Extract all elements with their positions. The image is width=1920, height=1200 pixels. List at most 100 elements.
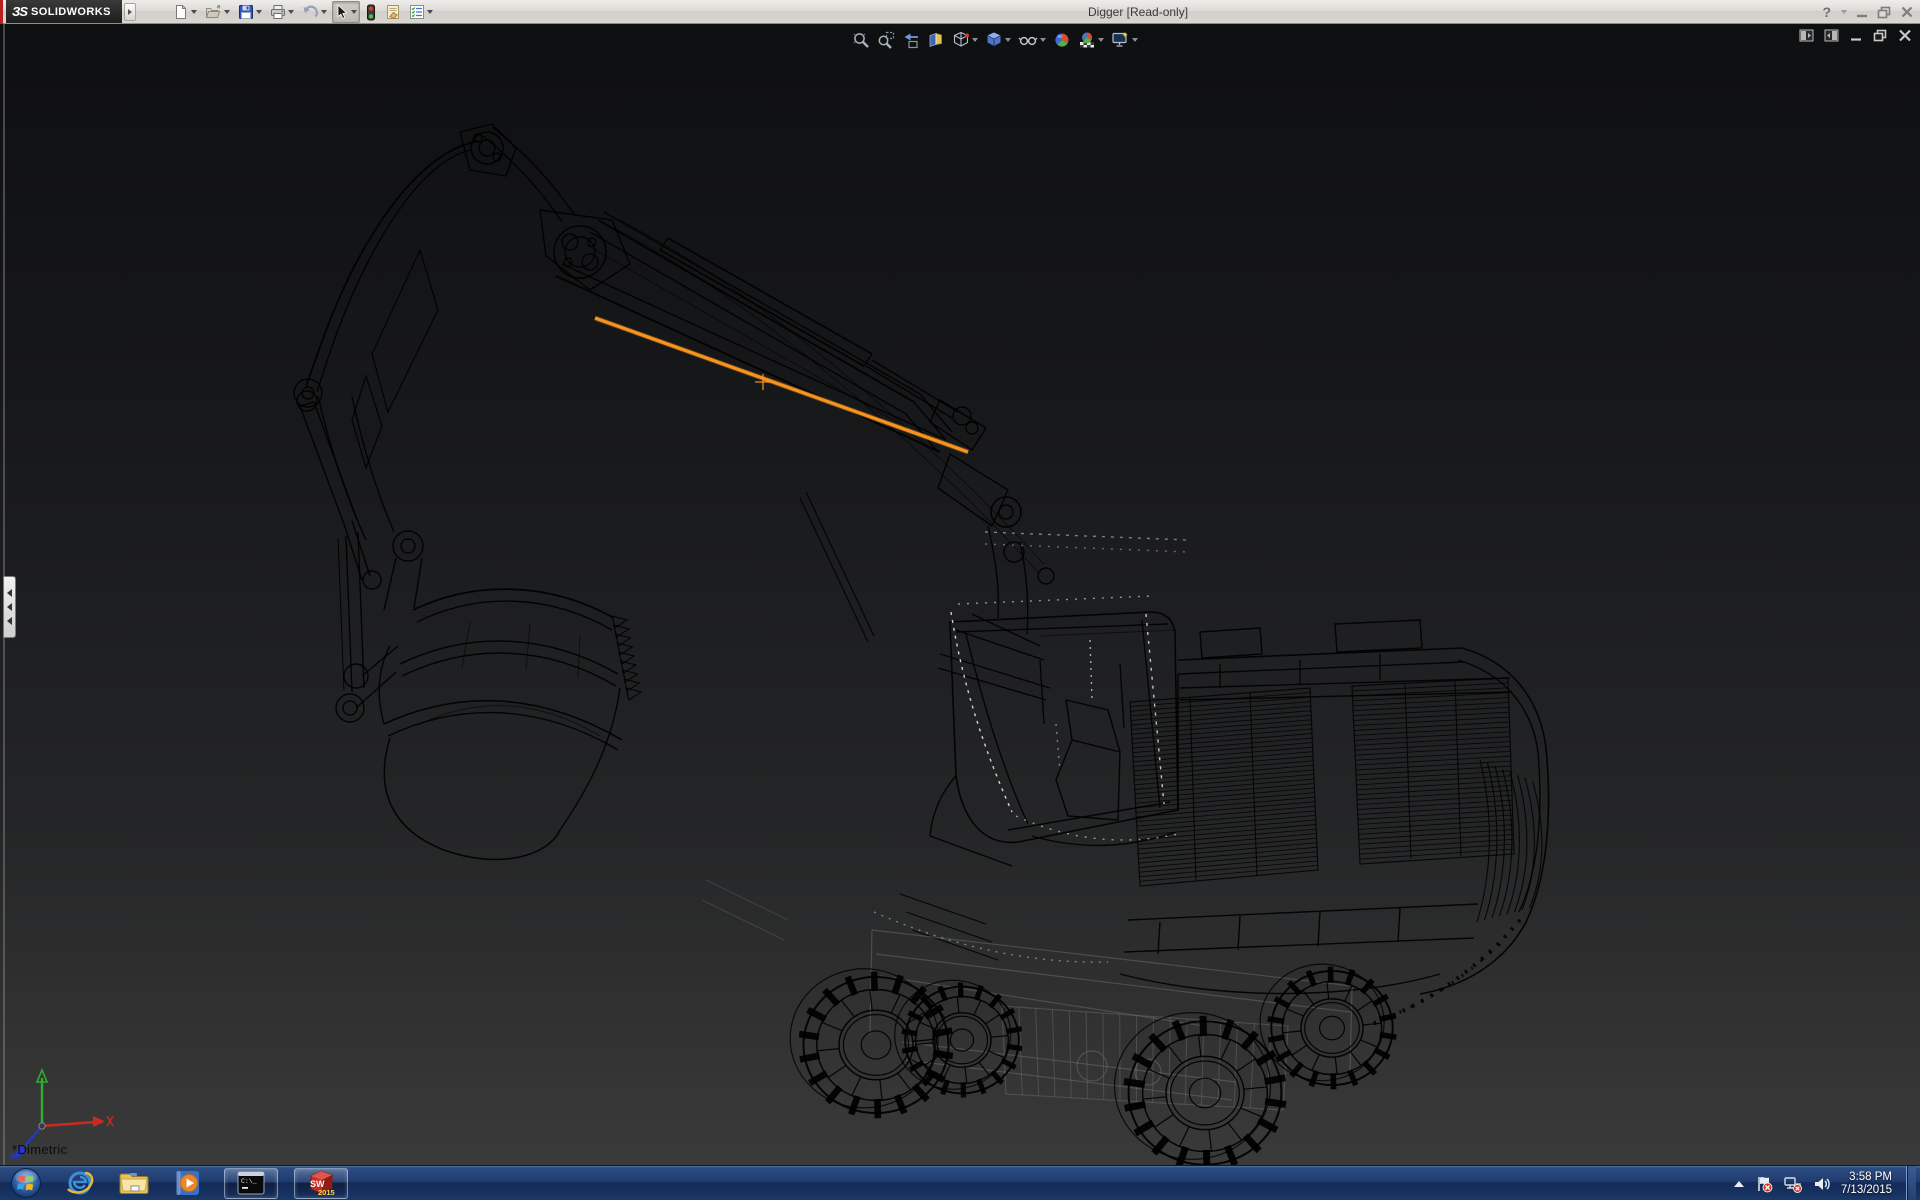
doc-minimize-button[interactable]: [1849, 29, 1863, 42]
file-properties-button[interactable]: [382, 1, 404, 23]
file-properties-icon: [385, 4, 401, 20]
help-dropdown-arrow[interactable]: [1841, 10, 1847, 14]
edit-appearance-icon: [1053, 31, 1071, 49]
previous-view-icon: [902, 31, 920, 49]
graphics-viewport[interactable]: *Dimetric: [0, 24, 1920, 1165]
view-settings-button[interactable]: [1109, 28, 1140, 52]
taskbar-media-player[interactable]: [168, 1168, 208, 1198]
view-settings-icon: [1111, 31, 1130, 49]
undo-dropdown-arrow[interactable]: [321, 10, 327, 14]
section-view-button[interactable]: [925, 28, 947, 52]
solidworks-logo-glyph: ЗS: [12, 4, 27, 19]
edge-marker: [0, 0, 3, 24]
doc-close-button[interactable]: [1898, 29, 1912, 42]
print-button[interactable]: [267, 1, 297, 23]
zoom-to-fit-icon: [852, 31, 870, 49]
apply-scene-button[interactable]: [1076, 28, 1106, 52]
windows-taskbar: C:\_ SW2015 3:58 PM 7/13/2015: [0, 1165, 1920, 1200]
new-document-icon: [173, 4, 189, 20]
view-orientation-dropdown-arrow[interactable]: [972, 38, 978, 42]
tray-time: 3:58 PM: [1841, 1171, 1892, 1184]
start-button[interactable]: [6, 1167, 46, 1200]
select-dropdown-arrow[interactable]: [351, 10, 357, 14]
save-button[interactable]: [235, 1, 265, 23]
show-right-pane-icon[interactable]: [1824, 29, 1839, 42]
help-button[interactable]: ?: [1822, 4, 1831, 20]
quick-access-toolbar: [170, 1, 436, 23]
open-document-button[interactable]: [202, 1, 233, 23]
open-document-icon: [205, 4, 222, 20]
wireframe-model-digger[interactable]: [0, 24, 1920, 1165]
hide-show-items-dropdown-arrow[interactable]: [1040, 38, 1046, 42]
app-window-controls: ?: [1822, 2, 1914, 22]
taskbar-windows-explorer[interactable]: [114, 1168, 154, 1198]
print-dropdown-arrow[interactable]: [288, 10, 294, 14]
view-settings-dropdown-arrow[interactable]: [1132, 38, 1138, 42]
solidworks-logo-text: SOLIDWORKS: [31, 6, 111, 18]
options-dropdown-arrow[interactable]: [427, 10, 433, 14]
network-error-icon[interactable]: [1783, 1175, 1803, 1193]
apply-scene-dropdown-arrow[interactable]: [1098, 38, 1104, 42]
section-view-icon: [927, 31, 945, 49]
display-style-icon: [985, 31, 1003, 49]
taskbar-command-prompt[interactable]: C:\_: [224, 1168, 278, 1199]
save-dropdown-arrow[interactable]: [256, 10, 262, 14]
zoom-to-area-button[interactable]: [875, 28, 897, 52]
previous-view-button[interactable]: [900, 28, 922, 52]
menu-expand-arrow[interactable]: [124, 3, 136, 21]
collapse-arrow-icon: [7, 603, 12, 611]
doc-restore-button[interactable]: [1873, 29, 1888, 42]
app-minimize-button[interactable]: [1855, 5, 1869, 19]
tray-date: 7/13/2015: [1841, 1184, 1892, 1197]
taskbar-apps: C:\_ SW2015: [60, 1168, 348, 1199]
command-prompt-icon: C:\_: [236, 1170, 266, 1196]
view-orientation-button[interactable]: [950, 28, 980, 52]
solidworks-logo[interactable]: ЗS SOLIDWORKS: [6, 0, 122, 23]
tray-clock[interactable]: 3:58 PM 7/13/2015: [1841, 1171, 1892, 1197]
undo-icon: [302, 4, 319, 20]
speaker-icon[interactable]: [1813, 1176, 1831, 1192]
new-document-dropdown-arrow[interactable]: [191, 10, 197, 14]
open-document-dropdown-arrow[interactable]: [224, 10, 230, 14]
app-restore-button[interactable]: [1877, 5, 1892, 19]
edit-appearance-button[interactable]: [1051, 28, 1073, 52]
undo-button[interactable]: [299, 1, 330, 23]
print-icon: [270, 4, 286, 20]
display-style-dropdown-arrow[interactable]: [1005, 38, 1011, 42]
zoom-to-fit-button[interactable]: [850, 28, 872, 52]
apply-scene-icon: [1078, 31, 1096, 49]
svg-text:2015: 2015: [318, 1188, 335, 1197]
app-close-button[interactable]: [1900, 5, 1914, 19]
svg-text:C:\_: C:\_: [241, 1178, 257, 1185]
desktop: ЗS SOLIDWORKS Digger [Read-only] ?: [0, 0, 1920, 1200]
show-left-pane-icon[interactable]: [1799, 29, 1814, 42]
rebuild-icon: [365, 4, 377, 21]
display-style-button[interactable]: [983, 28, 1013, 52]
select-button[interactable]: [332, 1, 360, 23]
collapse-arrow-icon: [7, 617, 12, 625]
system-tray: 3:58 PM 7/13/2015: [1733, 1166, 1920, 1200]
options-icon: [409, 4, 425, 20]
collapse-arrow-icon: [7, 589, 12, 597]
save-icon: [238, 4, 254, 20]
document-title: Digger [Read-only]: [1088, 5, 1188, 19]
new-document-button[interactable]: [170, 1, 200, 23]
featuremanager-collapsed-tab[interactable]: [3, 576, 16, 638]
view-orientation-icon: [952, 31, 970, 49]
zoom-to-area-icon: [877, 31, 895, 49]
hidden-icons-arrow[interactable]: [1733, 1179, 1745, 1189]
view-orientation-label: *Dimetric: [12, 1142, 67, 1157]
hide-show-items-icon: [1018, 32, 1038, 48]
document-window-controls: [1799, 29, 1912, 42]
heads-up-view-toolbar: [850, 27, 1140, 53]
taskbar-solidworks-2015[interactable]: SW2015: [294, 1168, 348, 1199]
app-title-bar: ЗS SOLIDWORKS Digger [Read-only] ?: [0, 0, 1920, 24]
taskbar-internet-explorer[interactable]: [60, 1168, 100, 1198]
rebuild-button[interactable]: [362, 1, 380, 23]
show-desktop-button[interactable]: [1906, 1166, 1916, 1200]
options-button[interactable]: [406, 1, 436, 23]
solidworks-2015-icon: SW2015: [305, 1168, 337, 1198]
select-icon: [335, 4, 349, 20]
action-center-flag-icon[interactable]: [1755, 1175, 1773, 1193]
hide-show-items-button[interactable]: [1016, 28, 1048, 52]
